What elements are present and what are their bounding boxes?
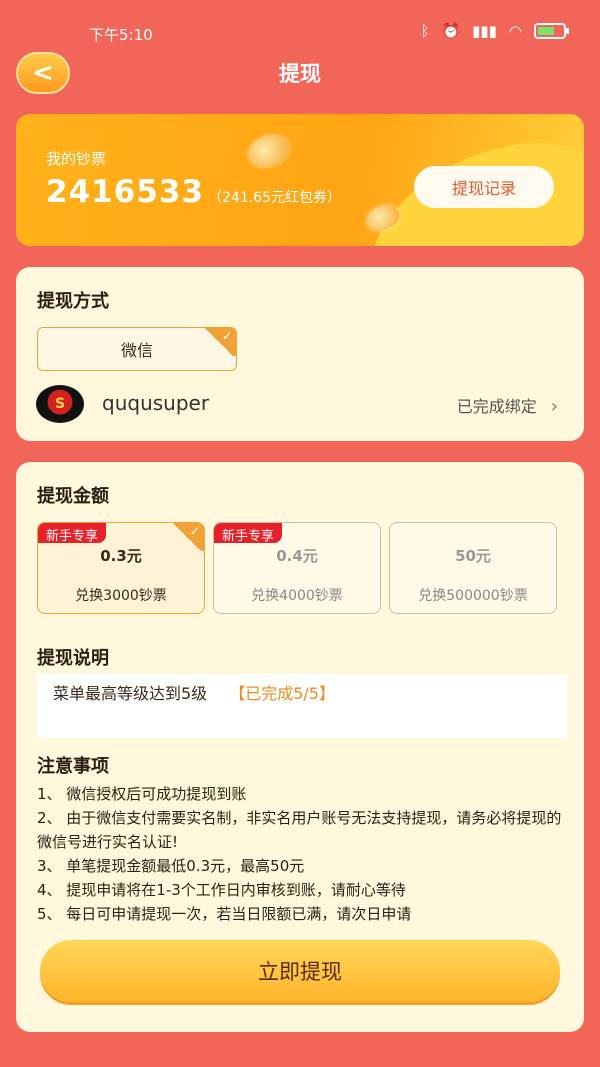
wifi-icon: ◠ <box>508 22 522 40</box>
status-bar: 下午5:10 ᛒ ⏰ ▮▮▮ ◠ <box>0 0 600 56</box>
description-status: 【已完成5/5】 <box>229 684 335 703</box>
amount-value: 0.3元 <box>100 547 142 565</box>
withdraw-record-button[interactable]: 提现记录 <box>414 166 554 208</box>
amount-exchange: 兑换3000钞票 <box>75 588 167 604</box>
alarm-icon: ⏰ <box>441 22 461 40</box>
battery-icon <box>534 23 569 39</box>
withdraw-amount-card: 提现金额 新手专享 ✓ 0.3元 兑换3000钞票 新手专享 0.4元 兑换40… <box>16 462 584 1032</box>
balance-label: 我的钞票 <box>46 150 107 168</box>
bind-status-link[interactable]: 已完成绑定 › <box>457 393 558 417</box>
method-title: 提现方式 <box>37 291 109 312</box>
selected-check-icon: ✓ <box>202 328 236 356</box>
balance-note: （241.65元红包券） <box>208 190 341 206</box>
amount-option-2[interactable]: 50元 兑换500000钞票 <box>389 522 557 614</box>
notes-list: 1、 微信授权后可成功提现到账 2、 由于微信支付需要实名制，非实名用户账号无法… <box>37 782 569 926</box>
balance-amount: 2416533 （241.65元红包券） <box>46 174 341 210</box>
page-title: 提现 <box>279 62 321 86</box>
notes-title: 注意事项 <box>37 756 109 777</box>
note-item: 1、 微信授权后可成功提现到账 <box>37 785 247 803</box>
amount-option-1[interactable]: 新手专享 0.4元 兑换4000钞票 <box>213 522 381 614</box>
status-time: 下午5:10 <box>89 26 153 44</box>
method-option-wechat[interactable]: 微信 ✓ <box>37 327 237 371</box>
balance-value: 2416533 <box>46 174 204 210</box>
newbie-badge: 新手专享 <box>214 523 283 544</box>
note-item: 5、 每日可申请提现一次，若当日限额已满，请次日申请 <box>37 905 412 923</box>
coin-icon <box>244 129 294 173</box>
amount-option-0[interactable]: 新手专享 ✓ 0.3元 兑换3000钞票 <box>37 522 205 614</box>
note-item: 3、 单笔提现金额最低0.3元，最高50元 <box>37 857 305 875</box>
description-title: 提现说明 <box>37 648 109 669</box>
status-icons: ᛒ ⏰ ▮▮▮ ◠ <box>420 22 569 40</box>
withdraw-now-button[interactable]: 立即提现 <box>40 940 560 1002</box>
amount-title: 提现金额 <box>37 486 109 507</box>
amount-value: 0.4元 <box>276 547 318 565</box>
newbie-badge: 新手专享 <box>38 523 107 544</box>
description-text: 菜单最高等级达到5级 <box>53 684 208 703</box>
avatar: S <box>36 385 84 423</box>
withdraw-method-card: 提现方式 微信 ✓ S ququsuper 已完成绑定 › <box>16 267 584 441</box>
amount-value: 50元 <box>455 547 491 565</box>
amount-exchange: 兑换500000钞票 <box>418 588 528 604</box>
chevron-right-icon: › <box>550 396 558 417</box>
amount-exchange: 兑换4000钞票 <box>251 588 343 604</box>
balance-banner: 我的钞票 2416533 （241.65元红包券） 提现记录 <box>16 114 584 246</box>
method-option-label: 微信 <box>120 341 153 360</box>
bluetooth-icon: ᛒ <box>420 22 430 40</box>
note-item: 4、 提现申请将在1-3个工作日内审核到账，请耐心等待 <box>37 881 406 899</box>
signal-icon: ▮▮▮ <box>472 22 497 40</box>
description-box: 菜单最高等级达到5级 【已完成5/5】 <box>37 674 567 738</box>
note-item: 2、 由于微信支付需要实名制，非实名用户账号无法支持提现，请务必将提现的微信号进… <box>37 809 562 851</box>
username: ququsuper <box>102 391 210 415</box>
bind-status-text: 已完成绑定 <box>456 397 537 416</box>
